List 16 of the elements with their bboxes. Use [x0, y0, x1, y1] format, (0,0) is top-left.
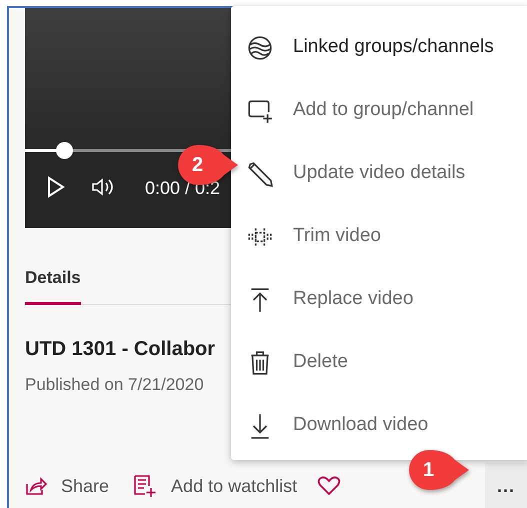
share-icon	[25, 476, 47, 496]
globe-icon	[247, 34, 273, 60]
more-options-button[interactable]: ...	[485, 463, 527, 508]
step-callout: 1	[407, 448, 471, 492]
add-to-group-icon	[247, 98, 273, 124]
menu-item[interactable]: Linked groups/channels	[231, 16, 527, 79]
add-to-watchlist-button[interactable]: Add to watchlist	[133, 472, 304, 500]
play-icon[interactable]	[47, 176, 65, 198]
share-button[interactable]: Share	[25, 472, 116, 500]
video-title: UTD 1301 - Collabor	[25, 336, 216, 362]
heart-icon[interactable]	[317, 476, 342, 496]
published-date: Published on 7/21/2020	[25, 374, 205, 396]
pencil-icon	[247, 160, 273, 186]
details-tab[interactable]: Details	[25, 228, 81, 304]
progress-thumb[interactable]	[56, 142, 73, 159]
add-to-list-icon	[133, 474, 158, 498]
